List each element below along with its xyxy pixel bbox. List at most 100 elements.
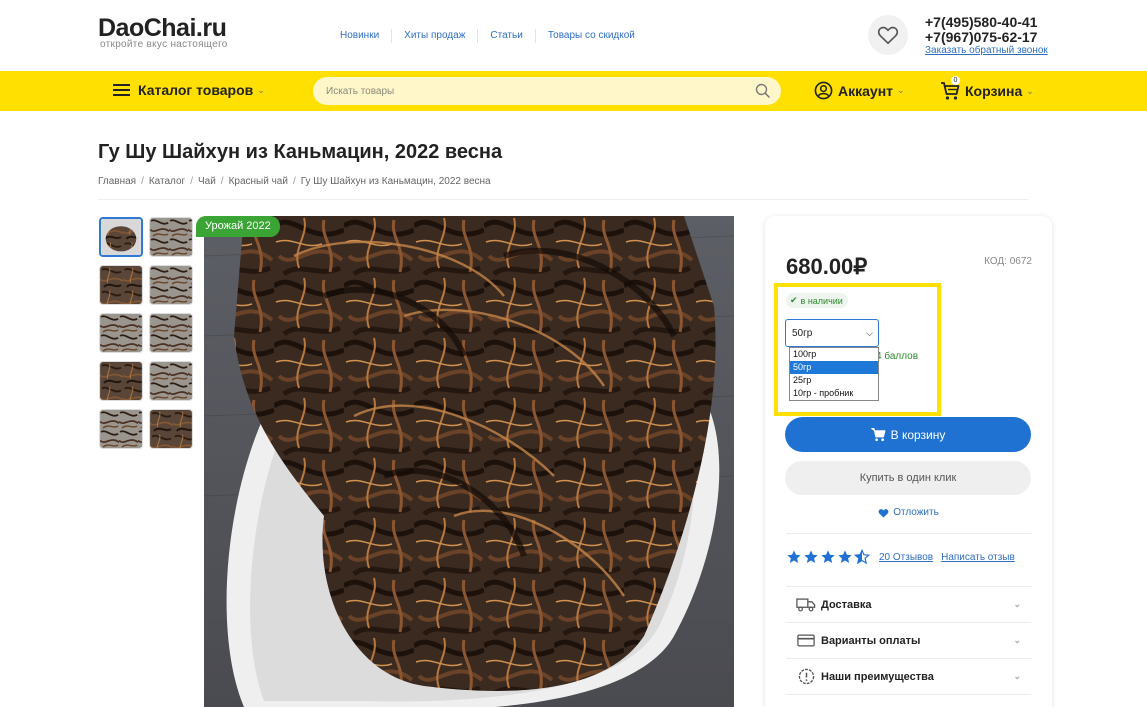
accordion-label: Наши преимущества — [821, 670, 934, 683]
search-box — [313, 77, 781, 105]
heart-icon — [877, 26, 899, 45]
breadcrumb-separator: / — [190, 176, 193, 187]
breadcrumb-tea[interactable]: Чай — [198, 176, 216, 187]
callback-link[interactable]: Заказать обратный звонок — [925, 45, 1048, 57]
nav-link-new[interactable]: Новинки — [328, 29, 391, 43]
check-icon: ✔ — [790, 295, 798, 305]
nav-link-sale[interactable]: Товары со скидкой — [534, 29, 647, 43]
rating-stars — [786, 549, 871, 565]
cart-icon — [870, 427, 886, 442]
chevron-down-icon: ⌄ — [1013, 635, 1021, 645]
weight-option[interactable]: 10гр - пробник — [790, 387, 878, 400]
add-to-cart-button[interactable]: В корзину — [785, 417, 1031, 452]
phone-2[interactable]: +7(967)075-62-17 — [925, 30, 1048, 45]
chevron-down-icon: ⌄ — [257, 84, 265, 95]
star-icon — [787, 550, 801, 563]
accordion-delivery[interactable]: Доставка ⌄ — [786, 587, 1031, 623]
weight-select-value: 50гр — [792, 327, 813, 339]
cart-label: Корзина — [965, 83, 1023, 99]
star-icon — [838, 550, 852, 563]
thumbnail[interactable] — [99, 361, 143, 401]
account-icon — [814, 81, 833, 100]
burger-icon — [113, 84, 130, 96]
truck-icon — [796, 597, 816, 613]
catalog-button[interactable]: Каталог товаров ⌄ — [113, 82, 265, 98]
reviews-link[interactable]: 20 Отзывов — [879, 552, 933, 563]
buy-box: 680.00₽ КОД: 0672 ✔ в наличии 50гр ⌵ 4 б… — [765, 216, 1052, 707]
logo-text: DaoChai.ru — [98, 14, 227, 42]
thumbnail[interactable] — [99, 409, 143, 449]
thumbnail[interactable] — [99, 265, 143, 305]
favorites-button[interactable] — [868, 15, 908, 55]
breadcrumb-catalog[interactable]: Каталог — [149, 176, 185, 187]
rating: 20 Отзывов Написать отзыв — [786, 549, 1015, 565]
star-icon — [804, 550, 818, 563]
info-icon — [796, 668, 816, 685]
divider — [98, 199, 1028, 200]
thumbnail[interactable] — [99, 217, 143, 257]
breadcrumb-home[interactable]: Главная — [98, 176, 136, 187]
breadcrumb-red-tea[interactable]: Красный чай — [229, 176, 288, 187]
weight-select[interactable]: 50гр ⌵ — [785, 319, 879, 347]
page-title: Гу Шу Шайхун из Каньмацин, 2022 весна — [98, 141, 503, 163]
divider — [786, 533, 1031, 534]
breadcrumb-separator: / — [292, 176, 296, 187]
thumbnail[interactable] — [149, 361, 193, 401]
account-button[interactable]: Аккаунт ⌄ — [814, 81, 905, 100]
logo-tagline: откройте вкус настоящего — [100, 39, 228, 50]
thumbnail[interactable] — [99, 313, 143, 353]
postpone-button[interactable]: Отложить — [765, 507, 1052, 518]
search-input[interactable] — [313, 77, 733, 105]
breadcrumb-current: Гу Шу Шайхун из Каньмацин, 2022 весна — [300, 176, 491, 187]
account-label: Аккаунт — [838, 82, 894, 99]
chevron-down-icon: ⌄ — [897, 85, 905, 95]
write-review-link[interactable]: Написать отзыв — [941, 552, 1015, 563]
accordion-payment[interactable]: Варианты оплаты ⌄ — [786, 623, 1031, 659]
stock-badge: ✔ в наличии — [786, 293, 848, 308]
product-code: КОД: 0672 — [984, 256, 1032, 267]
chevron-down-icon: ⌄ — [1013, 671, 1021, 681]
price: 680.00₽ — [786, 254, 867, 280]
currency: ₽ — [853, 254, 868, 279]
stock-label: в наличии — [800, 295, 843, 306]
thumbnail[interactable] — [149, 409, 193, 449]
thumbnail[interactable] — [149, 217, 193, 257]
star-icon — [821, 550, 835, 563]
chevron-down-icon: ⌄ — [1026, 85, 1034, 96]
bonus-points: 4 баллов — [876, 351, 919, 362]
accordion-advantages[interactable]: Наши преимущества ⌄ — [786, 659, 1031, 695]
harvest-badge: Урожай 2022 — [196, 216, 280, 237]
main-toolbar: Каталог товаров ⌄ Аккаунт ⌄ 0 Корзина — [0, 71, 1147, 111]
accordion-label: Доставка — [821, 598, 872, 611]
contacts: +7(495)580-40-41 +7(967)075-62-17 Заказа… — [925, 15, 1048, 57]
price-value: 680.00 — [786, 254, 854, 279]
search-icon[interactable] — [755, 83, 771, 99]
breadcrumb-separator: / — [220, 176, 224, 187]
weight-options-dropdown: 100гр 50гр 25гр 10гр - пробник — [789, 347, 879, 401]
weight-option[interactable]: 25гр — [790, 374, 878, 387]
add-to-cart-label: В корзину — [890, 427, 946, 442]
card-icon — [796, 633, 816, 649]
buy-one-click-label: Купить в один клик — [859, 472, 957, 484]
logo[interactable]: DaoChai.ru откройте вкус настоящего — [98, 15, 228, 50]
thumbnail[interactable] — [149, 313, 193, 353]
top-nav: Новинки Хиты продаж Статьи Товары со ски… — [328, 29, 647, 43]
chevron-down-icon: ⌵ — [866, 328, 873, 338]
accordion-label: Варианты оплаты — [821, 634, 921, 647]
breadcrumb-separator: / — [141, 176, 144, 187]
phone-1[interactable]: +7(495)580-40-41 — [925, 15, 1048, 30]
chevron-down-icon: ⌄ — [1013, 599, 1021, 609]
nav-link-bestsellers[interactable]: Хиты продаж — [391, 29, 477, 43]
postpone-label: Отложить — [893, 507, 939, 518]
buy-one-click-button[interactable]: Купить в один клик — [785, 461, 1031, 495]
nav-link-articles[interactable]: Статьи — [477, 29, 534, 43]
weight-option[interactable]: 50гр — [790, 361, 878, 374]
main-product-image[interactable] — [204, 216, 734, 707]
heart-icon — [878, 508, 889, 518]
thumbnail[interactable] — [149, 265, 193, 305]
cart-button[interactable]: 0 Корзина ⌄ — [940, 76, 1034, 101]
weight-option[interactable]: 100гр — [790, 348, 878, 361]
thumbnail-gallery — [99, 217, 193, 449]
breadcrumb: Главная / Каталог / Чай / Красный чай / … — [98, 176, 491, 187]
star-half-icon — [854, 549, 870, 565]
